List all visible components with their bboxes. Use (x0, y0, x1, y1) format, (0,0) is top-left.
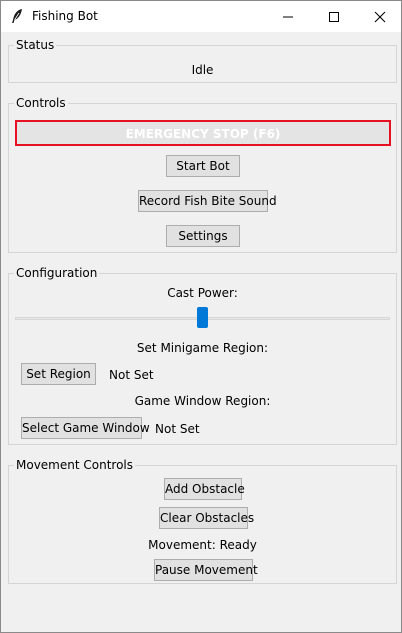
game-window-region-label: Game Window Region: (134, 394, 271, 408)
cast-power-slider-thumb[interactable] (197, 307, 208, 328)
status-text: Idle (191, 63, 214, 77)
start-bot-button[interactable]: Start Bot (166, 155, 240, 177)
cast-power-label: Cast Power: (167, 286, 238, 300)
maximize-icon (329, 12, 339, 22)
configuration-group: Configuration Cast Power: Set Minigame R… (8, 266, 397, 445)
settings-button[interactable]: Settings (166, 225, 240, 247)
game-window-status: Not Set (155, 422, 200, 436)
status-group: Status Idle (8, 38, 397, 83)
configuration-legend: Configuration (14, 266, 100, 280)
window-title: Fishing Bot (32, 9, 98, 23)
minimize-button[interactable] (265, 1, 311, 32)
add-obstacle-button[interactable]: Add Obstacle (164, 478, 245, 500)
clear-obstacles-button[interactable]: Clear Obstacles (159, 507, 254, 529)
status-legend: Status (14, 38, 57, 52)
app-window: Fishing Bot Status Idle Controls EMERGEN… (0, 0, 402, 633)
close-button[interactable] (357, 1, 402, 32)
set-region-button[interactable]: Set Region (21, 363, 96, 385)
controls-group: Controls EMERGENCY STOP (F6) Start Bot R… (8, 96, 397, 253)
emergency-stop-button[interactable]: EMERGENCY STOP (F6) (15, 120, 391, 146)
movement-controls-group: Movement Controls Add Obstacle Clear Obs… (8, 458, 397, 584)
maximize-button[interactable] (311, 1, 357, 32)
minimize-icon (283, 16, 293, 18)
feather-icon (10, 8, 24, 24)
close-icon (374, 11, 386, 23)
minigame-region-label: Set Minigame Region: (136, 341, 269, 355)
minigame-region-status: Not Set (109, 368, 154, 382)
record-fish-bite-sound-button[interactable]: Record Fish Bite Sound (138, 190, 277, 212)
title-bar[interactable]: Fishing Bot (1, 1, 401, 32)
pause-movement-button[interactable]: Pause Movement (154, 559, 258, 581)
movement-status: Movement: Ready (148, 538, 257, 552)
select-game-window-button[interactable]: Select Game Window (21, 417, 150, 439)
controls-legend: Controls (14, 96, 68, 110)
movement-controls-legend: Movement Controls (14, 458, 136, 472)
